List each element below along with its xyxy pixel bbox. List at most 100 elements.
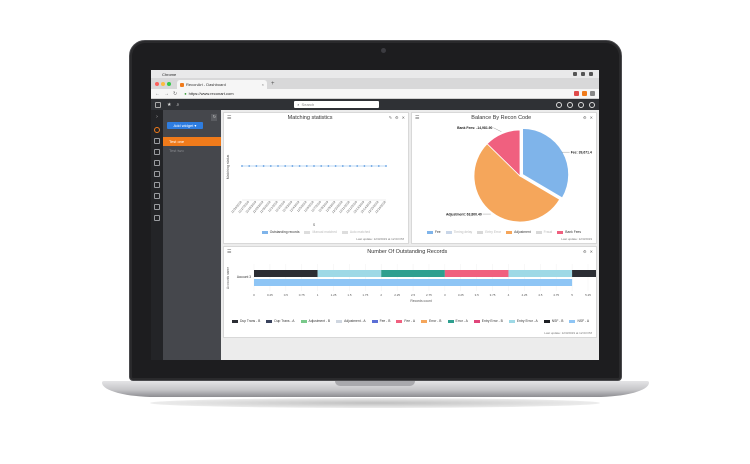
extension-icon[interactable] — [574, 91, 579, 96]
browser-tab-strip: ReconArt - Dashboard × + — [151, 78, 599, 89]
legend-item[interactable]: Outstanding records — [261, 230, 299, 234]
legend-label: Adjustment - B — [308, 319, 331, 323]
laptop-mockup: Chrome ReconArt - Dashboard × + ← → ↻ ● … — [0, 0, 750, 464]
legend-item[interactable]: Adjustment - B — [300, 319, 331, 323]
legend-label: Fee - B — [379, 319, 391, 323]
data-point — [327, 165, 330, 167]
legend-item[interactable]: Timing delay — [445, 230, 472, 234]
data-point — [313, 165, 315, 167]
dashboard-item-active[interactable]: Test one — [163, 137, 221, 146]
legend-item[interactable]: Adjustment — [506, 230, 531, 234]
bar-segment — [317, 270, 382, 277]
address-bar: ← → ↻ ● https://www.reconart.com — [151, 89, 599, 99]
legend-item[interactable]: Entry Error - A — [508, 319, 538, 323]
info-icon[interactable] — [578, 101, 584, 108]
gear-icon[interactable] — [154, 149, 160, 155]
legend-label: Error - A — [455, 319, 468, 323]
dashboard-item[interactable]: Test two — [163, 146, 221, 155]
search-icon[interactable]: ⌕ — [176, 102, 179, 108]
legend-swatch — [261, 230, 268, 234]
forward-icon[interactable]: → — [164, 91, 169, 97]
browser-tab[interactable]: ReconArt - Dashboard × — [177, 80, 267, 89]
dashboard-icon[interactable] — [154, 127, 160, 133]
legend-item[interactable]: Fee - B — [371, 319, 391, 323]
widget-tools: ⚙ ✕ — [583, 249, 593, 254]
workflow-icon[interactable] — [154, 171, 160, 177]
accounts-icon[interactable] — [154, 160, 160, 166]
close-window-icon[interactable] — [155, 82, 159, 86]
close-icon[interactable]: ✕ — [402, 115, 405, 120]
legend-item[interactable]: Dup Trans - A — [266, 319, 295, 323]
x-tick-label: 4.75 — [553, 293, 559, 297]
reports-icon[interactable] — [154, 193, 160, 199]
screen: Chrome ReconArt - Dashboard × + ← → ↻ ● … — [151, 70, 599, 360]
close-tab-icon[interactable]: × — [262, 82, 264, 87]
legend-swatch — [426, 230, 433, 234]
legend-item[interactable]: Entry Error - B — [473, 319, 503, 323]
data-point — [241, 165, 243, 167]
legend-swatch — [304, 230, 311, 234]
widget-title: Balance By Recon Code — [471, 114, 532, 121]
gear-icon[interactable]: ⚙ — [583, 249, 587, 254]
legend-item[interactable]: Manual matched — [304, 230, 337, 234]
url-field[interactable]: https://www.reconart.com — [189, 91, 234, 96]
legend-item[interactable]: Fee — [426, 230, 441, 234]
minimize-window-icon[interactable] — [161, 82, 165, 86]
legend-item[interactable]: Fraud — [535, 230, 552, 234]
help-icon[interactable] — [556, 101, 562, 108]
legend-item[interactable]: Dup Trans - B — [232, 319, 260, 323]
new-tab-button[interactable]: + — [271, 81, 275, 87]
app-logo-icon[interactable] — [155, 101, 161, 108]
x-tick-label: 3.25 — [458, 293, 464, 297]
x-axis-label: S — [313, 223, 316, 227]
status-icon[interactable] — [581, 72, 585, 76]
legend-item[interactable]: Auto matched — [341, 230, 370, 234]
widget-title: Matching statistics — [287, 114, 333, 121]
reload-icon[interactable]: ↻ — [173, 91, 177, 97]
legend-item[interactable]: NSF - A — [569, 319, 589, 323]
legend-label: Entry Error — [485, 230, 502, 234]
widget-title: Number Of Outstanding Records — [367, 248, 448, 255]
maximize-window-icon[interactable] — [167, 82, 171, 86]
status-icon[interactable] — [573, 72, 577, 76]
legend-item[interactable]: Error - B — [421, 319, 442, 323]
close-icon[interactable]: ✕ — [590, 115, 593, 120]
widget-tools: ✎ ⚙ ✕ — [389, 115, 405, 120]
data-point — [370, 165, 373, 167]
legend-item[interactable]: Error - A — [447, 319, 468, 323]
grid-icon[interactable] — [154, 182, 160, 188]
add-widget-button[interactable]: Add widget ▾ — [167, 122, 203, 129]
logout-icon[interactable] — [589, 101, 595, 108]
x-tick-label: 2 — [380, 293, 382, 297]
chart-icon[interactable] — [154, 215, 160, 221]
laptop-notch — [335, 381, 415, 386]
data-point — [363, 165, 366, 167]
profile-icon[interactable] — [590, 91, 595, 96]
edit-icon[interactable]: ✎ — [389, 115, 392, 120]
legend-item[interactable]: Adjustment - A — [336, 319, 366, 323]
back-icon[interactable]: ← — [155, 91, 160, 97]
users-icon[interactable] — [154, 138, 160, 144]
star-icon[interactable]: ★ — [167, 102, 171, 108]
legend-swatch — [396, 319, 403, 323]
chevron-right-icon[interactable]: › — [156, 114, 158, 120]
data-point — [385, 165, 387, 167]
mac-app-name[interactable]: Chrome — [162, 72, 176, 77]
settings-icon[interactable] — [567, 101, 573, 108]
legend-item[interactable]: Entry Error — [477, 230, 501, 234]
bar-chart: Accounts name Account 3 0 0.25 0.5 0.75 1 1.25 1… — [226, 264, 596, 303]
gear-icon[interactable]: ⚙ — [395, 115, 399, 120]
header-actions — [556, 101, 595, 108]
refresh-button[interactable]: ↻ — [211, 114, 218, 121]
legend-item[interactable]: Bank Fees — [557, 230, 581, 234]
status-icon[interactable] — [589, 72, 593, 76]
line-chart: Matching status11/26/201911/27/201911/28… — [226, 154, 387, 227]
gear-icon[interactable]: ⚙ — [583, 115, 587, 120]
legend-item[interactable]: Fee - A — [396, 319, 415, 323]
calendar-icon[interactable] — [154, 204, 160, 210]
legend-item[interactable]: NSF - B — [543, 319, 563, 323]
extension-icon[interactable] — [582, 91, 587, 96]
close-icon[interactable]: ✕ — [590, 249, 593, 254]
search-input[interactable]: ⌕ Search — [294, 101, 380, 108]
legend-label: Error - B — [429, 319, 442, 323]
